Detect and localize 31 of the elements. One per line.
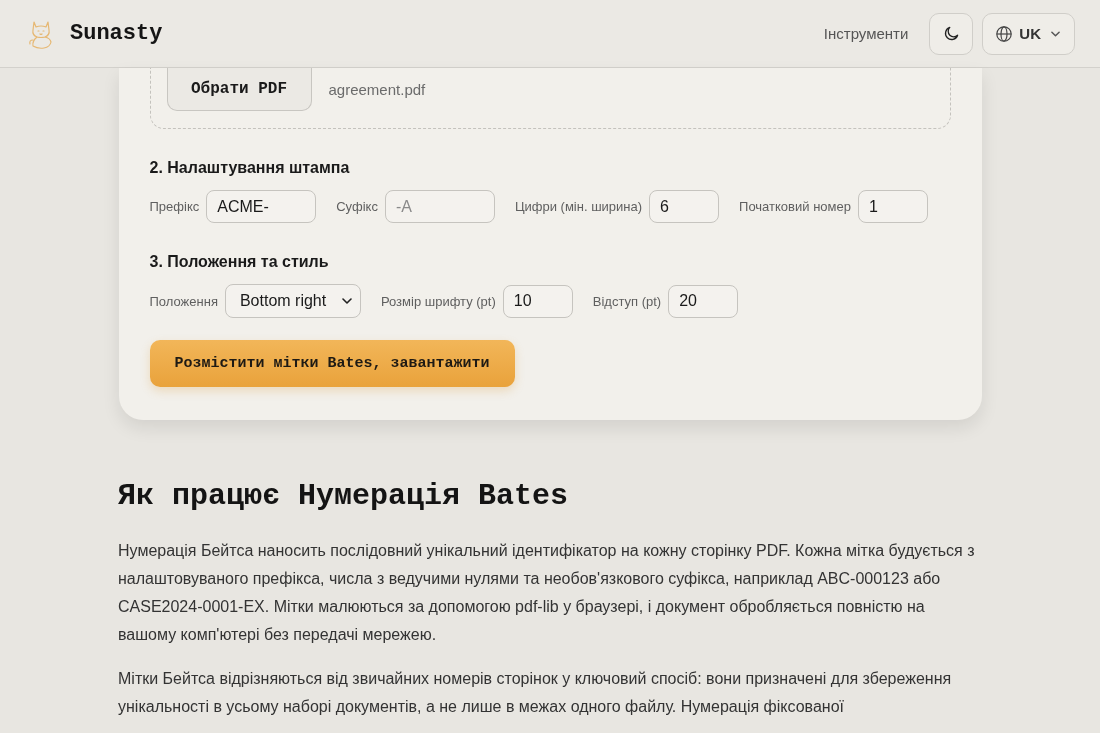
select-field[interactable]: Bottom right: [224, 284, 361, 318]
globe-icon: [996, 25, 1013, 42]
input-field[interactable]: 1: [857, 190, 928, 223]
input-field[interactable]: 20: [668, 284, 739, 318]
input-field[interactable]: 6: [649, 190, 720, 223]
field-label: Префікс: [149, 199, 200, 214]
submit-button[interactable]: Розмістити мітки Bates, завантажити: [149, 340, 515, 387]
field-label: Відступ (pt): [592, 293, 662, 309]
paragraph: Мітки Бейтса відрізняються від звичайних номерів сторінок у ключовий спосіб: вони призначені для збереження унікальності в усьому наборі документів, а не лише в межах одного файлу. Нумерація фіксованої: [118, 669, 953, 717]
language-button[interactable]: UK: [982, 12, 1075, 55]
choose-file-button[interactable]: Обрати PDF: [166, 68, 312, 111]
field-label: Початковий номер: [739, 199, 851, 214]
logo-text[interactable]: Sunasty: [70, 21, 163, 46]
section-title: 2. Налаштування штампа: [149, 159, 351, 177]
nav-link[interactable]: Інструменти: [823, 25, 909, 42]
chevron-down-icon: [1051, 30, 1060, 37]
file-dropzone[interactable]: Обрати PDF agreement.pdf: [149, 68, 951, 129]
section-title: 3. Положення та стиль: [149, 253, 330, 271]
field-label: Суфікс: [336, 199, 378, 214]
field-label: Цифри (мін. ширина): [514, 199, 643, 214]
field-label: Розмір шрифту (pt): [380, 293, 496, 309]
chevron-down-icon: [341, 298, 352, 304]
theme-toggle-button[interactable]: [929, 12, 974, 55]
input-field[interactable]: 10: [502, 284, 573, 318]
moon-icon: [943, 26, 959, 41]
input-field[interactable]: ACME-: [206, 190, 317, 223]
file-name: agreement.pdf: [328, 81, 426, 98]
input-field[interactable]: -A: [384, 190, 495, 223]
article-title: Як працює Нумерація Bates: [118, 478, 570, 514]
field-label: Положення: [149, 293, 218, 309]
paragraph: Нумерація Бейтса наносить послідовний унікальний ідентифікатор на кожну сторінку PDF. Кожна мітка будується з налаштовуваного префікса, числа з ведучими нулями та необов'язкового суфікса, наприклад ABC-000123 або CASE2024-0001-EX. Мітки малюються за допомогою pdf-lib у браузері, і документ обробляється повністю на вашому комп'ютері без передачі мережею.: [118, 541, 976, 645]
